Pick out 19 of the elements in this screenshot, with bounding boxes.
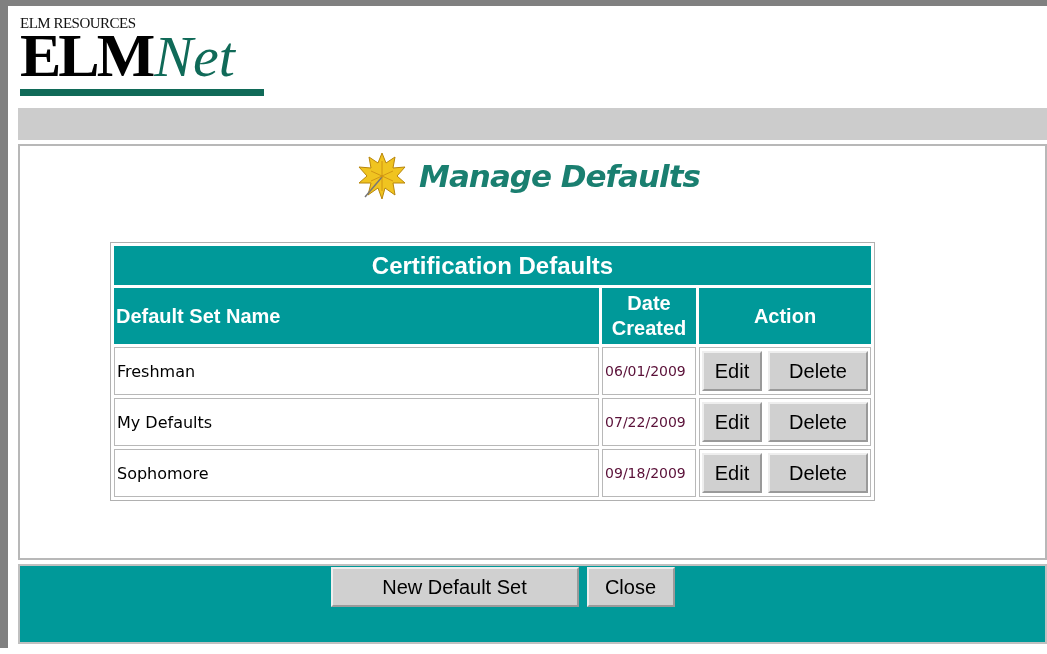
- table-cell: Sophomore: [114, 449, 600, 497]
- table-title: Certification Defaults: [114, 246, 871, 285]
- close-button[interactable]: Close: [586, 567, 675, 607]
- new-default-set-button[interactable]: New Default Set: [330, 567, 579, 607]
- column-header: Date Created: [602, 288, 696, 344]
- page-title: Manage Defaults: [419, 158, 700, 194]
- edit-button[interactable]: Edit: [702, 351, 762, 391]
- column-header: Default Set Name: [114, 288, 600, 344]
- delete-button[interactable]: Delete: [768, 402, 868, 442]
- edit-button[interactable]: Edit: [702, 402, 762, 442]
- table-cell: 09/18/2009: [602, 449, 696, 497]
- table-cell: Freshman: [114, 347, 600, 395]
- table-cell: My Defaults: [114, 398, 600, 446]
- table-cell: 07/22/2009: [602, 398, 696, 446]
- column-header: Action: [699, 288, 871, 344]
- delete-button[interactable]: Delete: [768, 453, 868, 493]
- delete-button[interactable]: Delete: [768, 351, 868, 391]
- edit-button[interactable]: Edit: [702, 453, 762, 493]
- table-cell: 06/01/2009: [602, 347, 696, 395]
